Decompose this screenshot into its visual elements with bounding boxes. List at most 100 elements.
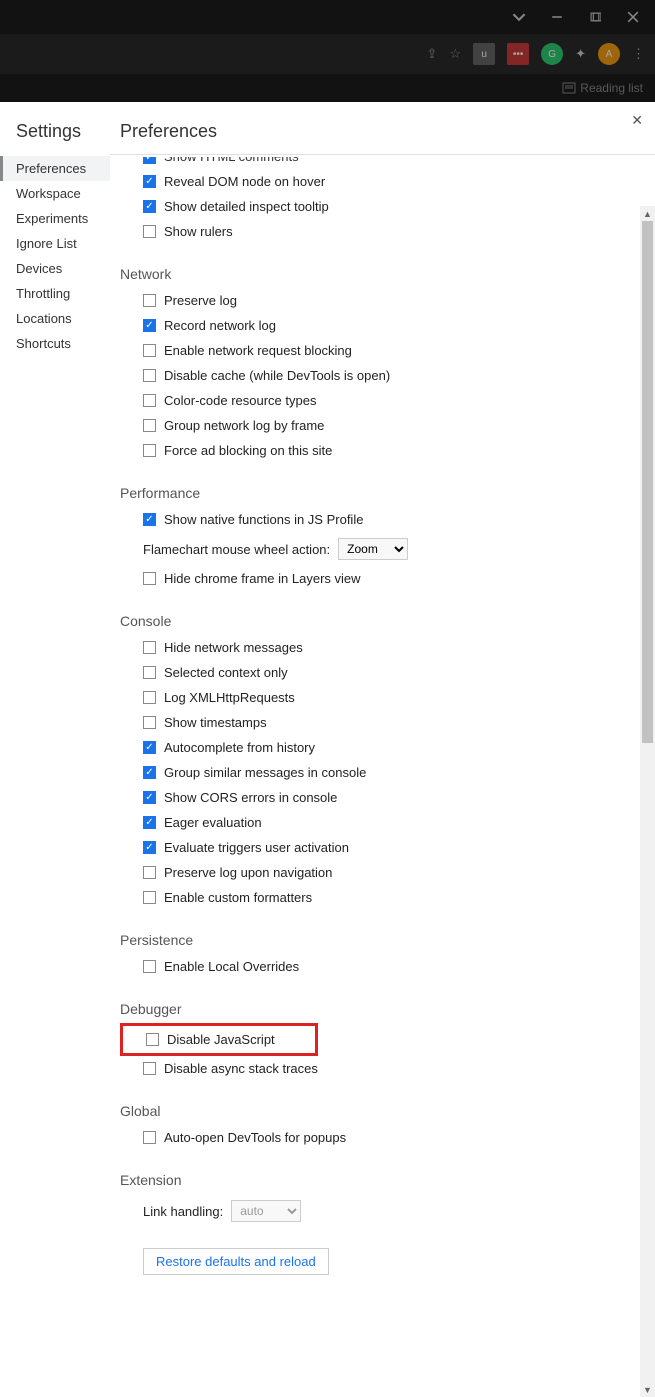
sidebar-item-locations[interactable]: Locations <box>0 306 110 331</box>
setting-preserve-log-nav[interactable]: Preserve log upon navigation <box>120 860 600 885</box>
close-settings-button[interactable]: ✕ <box>631 112 643 129</box>
extension-red-icon[interactable]: ••• <box>507 43 529 65</box>
checkbox[interactable] <box>143 816 156 829</box>
setting-eval-user-activation[interactable]: Evaluate triggers user activation <box>120 835 600 860</box>
checkbox[interactable] <box>143 344 156 357</box>
sidebar-item-experiments[interactable]: Experiments <box>0 206 110 231</box>
setting-selected-context[interactable]: Selected context only <box>120 660 600 685</box>
preferences-content[interactable]: Show HTML comments Reveal DOM node on ho… <box>110 154 655 1397</box>
section-extension-title: Extension <box>120 1172 600 1188</box>
setting-native-functions[interactable]: Show native functions in JS Profile <box>120 507 600 532</box>
checkbox[interactable] <box>143 513 156 526</box>
extension-green-icon[interactable]: G <box>541 43 563 65</box>
setting-show-rulers[interactable]: Show rulers <box>120 219 600 244</box>
extensions-puzzle-icon[interactable]: ✦ <box>575 46 586 62</box>
sidebar-item-workspace[interactable]: Workspace <box>0 181 110 206</box>
checkbox[interactable] <box>143 741 156 754</box>
checkbox[interactable] <box>143 891 156 904</box>
checkbox[interactable] <box>143 841 156 854</box>
checkbox[interactable] <box>143 225 156 238</box>
checkbox[interactable] <box>143 866 156 879</box>
avatar[interactable]: A <box>598 43 620 65</box>
setting-auto-open-devtools[interactable]: Auto-open DevTools for popups <box>120 1125 600 1150</box>
chevron-down-icon[interactable] <box>511 9 527 25</box>
setting-link-handling: Link handling: auto <box>120 1194 600 1228</box>
setting-color-code-types[interactable]: Color-code resource types <box>120 388 600 413</box>
scroll-up-arrow[interactable]: ▲ <box>640 206 655 221</box>
setting-group-messages[interactable]: Group similar messages in console <box>120 760 600 785</box>
setting-autocomplete-history[interactable]: Autocomplete from history <box>120 735 600 760</box>
sidebar-item-shortcuts[interactable]: Shortcuts <box>0 331 110 356</box>
page-title: Preferences <box>120 121 217 142</box>
sidebar-item-devices[interactable]: Devices <box>0 256 110 281</box>
setting-custom-formatters[interactable]: Enable custom formatters <box>120 885 600 910</box>
star-icon[interactable]: ☆ <box>449 46 461 62</box>
scroll-down-arrow[interactable]: ▼ <box>640 1382 655 1397</box>
setting-record-network-log[interactable]: Record network log <box>120 313 600 338</box>
minimize-icon[interactable] <box>549 9 565 25</box>
setting-preserve-log[interactable]: Preserve log <box>120 288 600 313</box>
reading-list-label: Reading list <box>580 81 643 95</box>
settings-heading: Settings <box>16 121 120 142</box>
checkbox[interactable] <box>143 444 156 457</box>
checkbox[interactable] <box>143 572 156 585</box>
menu-dots-icon[interactable]: ⋮ <box>632 46 645 62</box>
browser-toolbar: ⇪ ☆ u ••• G ✦ A ⋮ <box>0 34 655 74</box>
setting-show-timestamps[interactable]: Show timestamps <box>120 710 600 735</box>
checkbox[interactable] <box>143 691 156 704</box>
checkbox[interactable] <box>143 369 156 382</box>
checkbox[interactable] <box>143 394 156 407</box>
setting-log-xhr[interactable]: Log XMLHttpRequests <box>120 685 600 710</box>
setting-show-cors-errors[interactable]: Show CORS errors in console <box>120 785 600 810</box>
setting-inspect-tooltip[interactable]: Show detailed inspect tooltip <box>120 194 600 219</box>
share-icon[interactable]: ⇪ <box>427 46 438 62</box>
checkbox[interactable] <box>143 791 156 804</box>
checkbox[interactable] <box>146 1033 159 1046</box>
window-titlebar <box>0 0 655 34</box>
flamechart-wheel-select[interactable]: Zoom <box>338 538 408 560</box>
sidebar-item-throttling[interactable]: Throttling <box>0 281 110 306</box>
maximize-icon[interactable] <box>587 9 603 25</box>
section-global-title: Global <box>120 1103 600 1119</box>
checkbox[interactable] <box>143 200 156 213</box>
setting-reveal-dom-hover[interactable]: Reveal DOM node on hover <box>120 169 600 194</box>
scrollbar[interactable]: ▲ ▼ <box>640 206 655 1397</box>
sidebar-item-ignore-list[interactable]: Ignore List <box>0 231 110 256</box>
section-persistence-title: Persistence <box>120 932 600 948</box>
setting-disable-javascript[interactable]: Disable JavaScript <box>123 1032 275 1047</box>
checkbox[interactable] <box>143 294 156 307</box>
setting-enable-blocking[interactable]: Enable network request blocking <box>120 338 600 363</box>
setting-group-by-frame[interactable]: Group network log by frame <box>120 413 600 438</box>
link-handling-select[interactable]: auto <box>231 1200 301 1222</box>
scroll-thumb[interactable] <box>642 221 653 743</box>
checkbox[interactable] <box>143 175 156 188</box>
checkbox[interactable] <box>143 666 156 679</box>
checkbox[interactable] <box>143 1131 156 1144</box>
bookmarks-bar: Reading list <box>0 74 655 102</box>
setting-show-html-comments[interactable]: Show HTML comments <box>120 157 600 169</box>
checkbox[interactable] <box>143 641 156 654</box>
devtools-settings-panel: ✕ Settings Preferences Preferences Works… <box>0 102 655 1397</box>
checkbox[interactable] <box>143 766 156 779</box>
checkbox[interactable] <box>143 419 156 432</box>
checkbox[interactable] <box>143 960 156 973</box>
setting-force-adblock[interactable]: Force ad blocking on this site <box>120 438 600 463</box>
settings-sidebar: Preferences Workspace Experiments Ignore… <box>0 154 110 1397</box>
close-icon[interactable] <box>625 9 641 25</box>
setting-eager-evaluation[interactable]: Eager evaluation <box>120 810 600 835</box>
setting-hide-network-messages[interactable]: Hide network messages <box>120 635 600 660</box>
setting-disable-async-stack[interactable]: Disable async stack traces <box>120 1056 600 1081</box>
restore-defaults-button[interactable]: Restore defaults and reload <box>143 1248 329 1275</box>
reading-list-icon[interactable]: Reading list <box>562 81 643 95</box>
checkbox[interactable] <box>143 716 156 729</box>
section-debugger-title: Debugger <box>120 1001 600 1017</box>
section-network-title: Network <box>120 266 600 282</box>
extension-ublock-icon[interactable]: u <box>473 43 495 65</box>
sidebar-item-preferences[interactable]: Preferences <box>0 156 110 181</box>
setting-hide-chrome-frame[interactable]: Hide chrome frame in Layers view <box>120 566 600 591</box>
setting-disable-cache[interactable]: Disable cache (while DevTools is open) <box>120 363 600 388</box>
setting-local-overrides[interactable]: Enable Local Overrides <box>120 954 600 979</box>
checkbox[interactable] <box>143 319 156 332</box>
checkbox[interactable] <box>143 1062 156 1075</box>
checkbox[interactable] <box>143 157 156 164</box>
